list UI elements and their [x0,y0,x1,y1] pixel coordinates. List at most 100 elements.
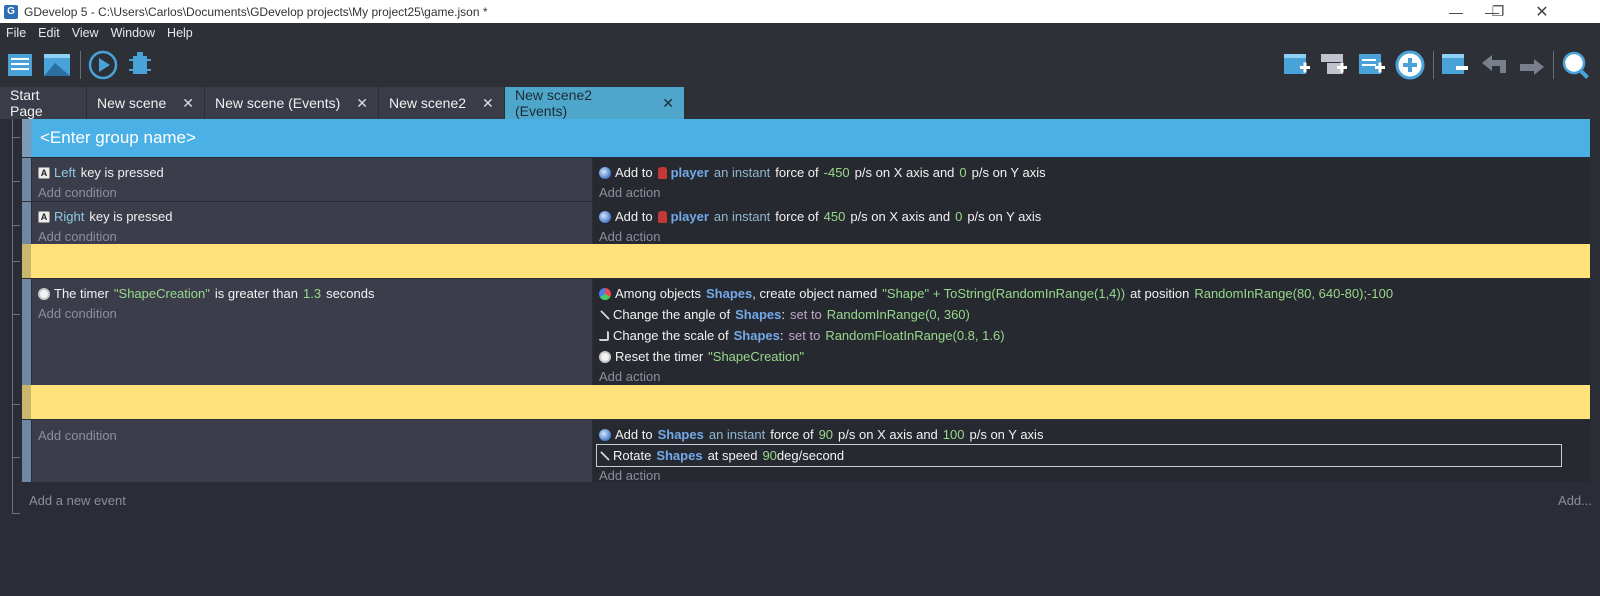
tree-line [12,181,20,182]
undo-icon[interactable] [1478,49,1510,81]
action-add-force[interactable]: Add to player an instant force of 450 p/… [599,206,1584,227]
event-standard[interactable]: A Left key is pressed Add condition Add … [22,158,1590,201]
menu-edit[interactable]: Edit [32,26,66,40]
drag-handle[interactable] [22,385,31,419]
player-sprite-icon [657,166,667,179]
number-value: 100 [942,427,965,442]
rotate-icon [600,450,610,461]
tab-bar: Start Page New scene ✕ New scene (Events… [0,87,1600,119]
add-condition-link[interactable]: Add condition [38,426,586,446]
action-text: an instant [708,427,766,442]
actions-column: Add to player an instant force of -450 p… [593,158,1590,201]
add-new-event-link[interactable]: Add a new event [29,493,126,508]
condition-key-pressed[interactable]: A Left key is pressed [38,162,586,183]
redo-icon[interactable] [1516,49,1548,81]
tree-line [12,137,20,138]
condition-text: key is pressed [89,209,173,224]
expression-value: RandomFloatInRange(0.8, 1.6) [825,328,1005,343]
number-value: 90 [762,448,777,463]
debug-icon[interactable] [124,49,156,81]
tab-new-scene2[interactable]: New scene2 ✕ [379,87,505,119]
object-name: player [670,209,709,224]
add-action-link[interactable]: Add action [599,466,1584,486]
close-icon[interactable]: ✕ [662,95,674,112]
close-window-button[interactable]: ✕ [1522,0,1562,23]
operator-text: set to [788,328,821,343]
menu-help[interactable]: Help [161,26,199,40]
action-change-scale[interactable]: Change the scale of Shapes : set to Rand… [599,325,1584,346]
add-action-link[interactable]: Add action [599,367,1584,387]
action-add-force[interactable]: Add to player an instant force of -450 p… [599,162,1584,183]
condition-text: key is pressed [80,165,164,180]
tree-line [12,513,20,514]
number-value: 0 [959,165,967,180]
condition-text: seconds [326,286,375,301]
delete-icon[interactable] [1439,49,1471,81]
keyboard-icon: A [38,166,50,179]
group-name-input[interactable]: <Enter group name> [40,128,196,148]
tab-new-scene[interactable]: New scene ✕ [87,87,205,119]
condition-timer[interactable]: The timer "ShapeCreation" is greater tha… [38,283,586,304]
add-condition-link[interactable]: Add condition [38,304,586,324]
player-sprite-icon [657,210,667,223]
tab-label: New scene [97,95,167,111]
tab-new-scene-events[interactable]: New scene (Events) ✕ [205,87,379,119]
menu-file[interactable]: File [0,26,32,40]
number-value: 0 [955,209,963,224]
minimize-button[interactable]: — [1436,0,1476,23]
drag-handle[interactable] [22,420,31,482]
close-icon[interactable]: ✕ [356,95,368,112]
add-sub-event-icon[interactable] [1318,49,1350,81]
expression-value: RandomInRange(80, 640-80);-100 [1194,286,1394,301]
event-standard[interactable]: A Right key is pressed Add condition Add… [22,202,1590,245]
comment-event[interactable] [22,244,1590,278]
close-icon[interactable]: ✕ [182,95,194,112]
add-action-link[interactable]: Add action [599,183,1584,203]
expression-value: RandomInRange(0, 360) [826,307,970,322]
action-create-object[interactable]: Among objects Shapes , create object nam… [599,283,1584,304]
drag-handle[interactable] [22,202,31,245]
conditions-column: Add condition [32,420,592,482]
tab-new-scene2-events[interactable]: New scene2 (Events) ✕ [505,87,685,119]
drag-handle[interactable] [22,158,31,201]
preview-icon[interactable] [87,49,119,81]
number-value: 90 [818,427,834,442]
action-text: : [781,307,785,322]
drag-handle[interactable] [22,119,31,157]
maximize-button[interactable]: ❐ [1478,0,1518,23]
window-title: GDevelop 5 - C:\Users\Carlos\Documents\G… [24,4,488,19]
scene-editor-icon[interactable] [41,49,73,81]
tab-start-page[interactable]: Start Page [0,87,87,119]
event-standard[interactable]: Add condition Add to Shapes an instant f… [22,420,1590,483]
drag-handle[interactable] [22,279,31,385]
action-add-force[interactable]: Add to Shapes an instant force of 90 p/s… [599,424,1584,445]
comment-event[interactable] [22,385,1590,419]
event-standard[interactable]: The timer "ShapeCreation" is greater tha… [22,279,1590,385]
search-icon[interactable] [1560,49,1592,81]
action-change-angle[interactable]: Change the angle of Shapes : set to Rand… [599,304,1584,325]
tree-line [12,314,20,315]
menu-window[interactable]: Window [105,26,161,40]
action-text: force of [770,427,814,442]
add-condition-link[interactable]: Add condition [38,183,586,203]
close-icon[interactable]: ✕ [482,95,494,112]
menu-view[interactable]: View [66,26,105,40]
add-more-icon[interactable] [1394,49,1426,81]
add-menu-link[interactable]: Add... [1558,493,1592,508]
tab-label: Start Page [10,87,43,119]
force-icon [599,428,611,441]
action-text: , create object named [752,286,878,301]
project-manager-icon[interactable] [5,49,37,81]
add-event-icon[interactable] [1281,49,1313,81]
title-bar: G GDevelop 5 - C:\Users\Carlos\Documents… [0,0,1600,23]
drag-handle[interactable] [22,244,31,278]
action-reset-timer[interactable]: Reset the timer "ShapeCreation" [599,346,1584,367]
action-text: p/s on X axis and [850,209,951,224]
events-sheet: <Enter group name> A Left key is pressed… [0,119,1600,596]
condition-key-pressed[interactable]: A Right key is pressed [38,206,586,227]
conditions-column: The timer "ShapeCreation" is greater tha… [32,279,592,385]
action-rotate[interactable]: Rotate Shapes at speed 90 deg/second [596,444,1562,467]
force-icon [599,166,611,179]
event-group[interactable]: <Enter group name> [22,119,1590,157]
add-comment-icon[interactable] [1356,49,1388,81]
